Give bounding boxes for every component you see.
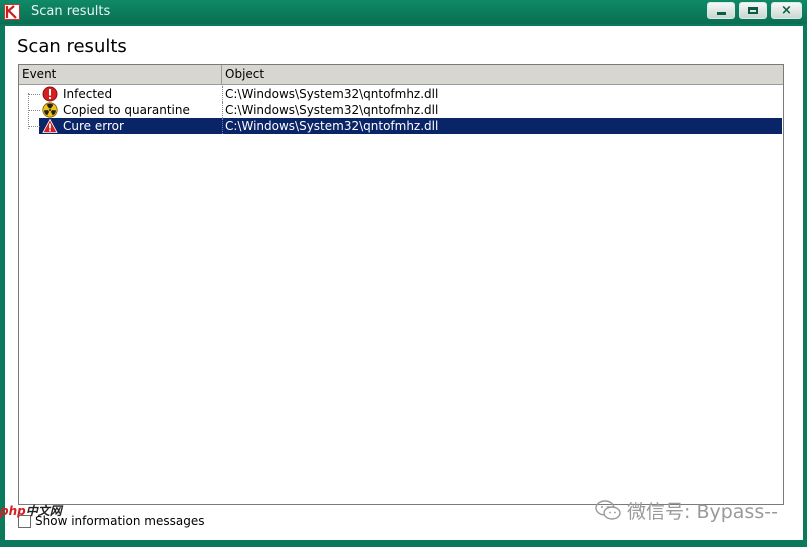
minimize-icon xyxy=(717,12,726,15)
wechat-watermark-icon xyxy=(595,499,621,525)
error-icon xyxy=(42,86,58,102)
php-cn-logo: php中文网 xyxy=(0,502,62,519)
table-row[interactable]: Copied to quarantine C:\Windows\System32… xyxy=(19,102,783,118)
table-row[interactable]: Infected C:\Windows\System32\qntofmhz.dl… xyxy=(19,86,783,102)
object-path: C:\Windows\System32\qntofmhz.dll xyxy=(225,87,439,101)
column-separator xyxy=(222,102,223,118)
object-path: C:\Windows\System32\qntofmhz.dll xyxy=(225,103,439,117)
column-separator xyxy=(222,86,223,102)
kaspersky-logo-icon xyxy=(4,4,20,20)
radiation-icon xyxy=(42,102,58,118)
scan-results-table[interactable]: Event Object Infected C:\Windows\System3… xyxy=(18,64,784,505)
event-text: Infected xyxy=(63,87,113,101)
close-icon: × xyxy=(781,3,792,18)
table-row-selected[interactable]: Cure error C:\Windows\System32\qntofmhz.… xyxy=(19,118,783,134)
watermark-text: 微信号: Bypass-- xyxy=(627,501,778,523)
php-logo-suffix: 中文网 xyxy=(25,504,62,518)
table-header: Event Object xyxy=(19,65,783,85)
title-bar[interactable]: Scan results × xyxy=(0,0,807,24)
minimize-button[interactable] xyxy=(707,2,735,19)
window-title: Scan results xyxy=(31,4,111,19)
event-text: Copied to quarantine xyxy=(63,103,190,117)
maximize-button[interactable] xyxy=(739,2,767,19)
page-title: Scan results xyxy=(17,36,127,57)
scan-results-window: Scan results × Scan results Event Object xyxy=(0,0,807,547)
php-logo-text: php xyxy=(0,504,26,518)
close-button[interactable]: × xyxy=(771,2,802,19)
tree-branch-line xyxy=(28,110,40,111)
column-header-event[interactable]: Event xyxy=(19,65,222,84)
dialog-body: Scan results Event Object Infected C:\Wi… xyxy=(5,26,803,540)
column-separator xyxy=(222,118,223,134)
maximize-icon xyxy=(748,7,758,14)
tree-branch-line xyxy=(28,126,40,127)
event-text: Cure error xyxy=(63,119,124,133)
tree-branch-line xyxy=(28,94,40,95)
object-path: C:\Windows\System32\qntofmhz.dll xyxy=(225,119,439,133)
column-header-object[interactable]: Object xyxy=(222,65,783,84)
warning-icon xyxy=(42,118,58,134)
